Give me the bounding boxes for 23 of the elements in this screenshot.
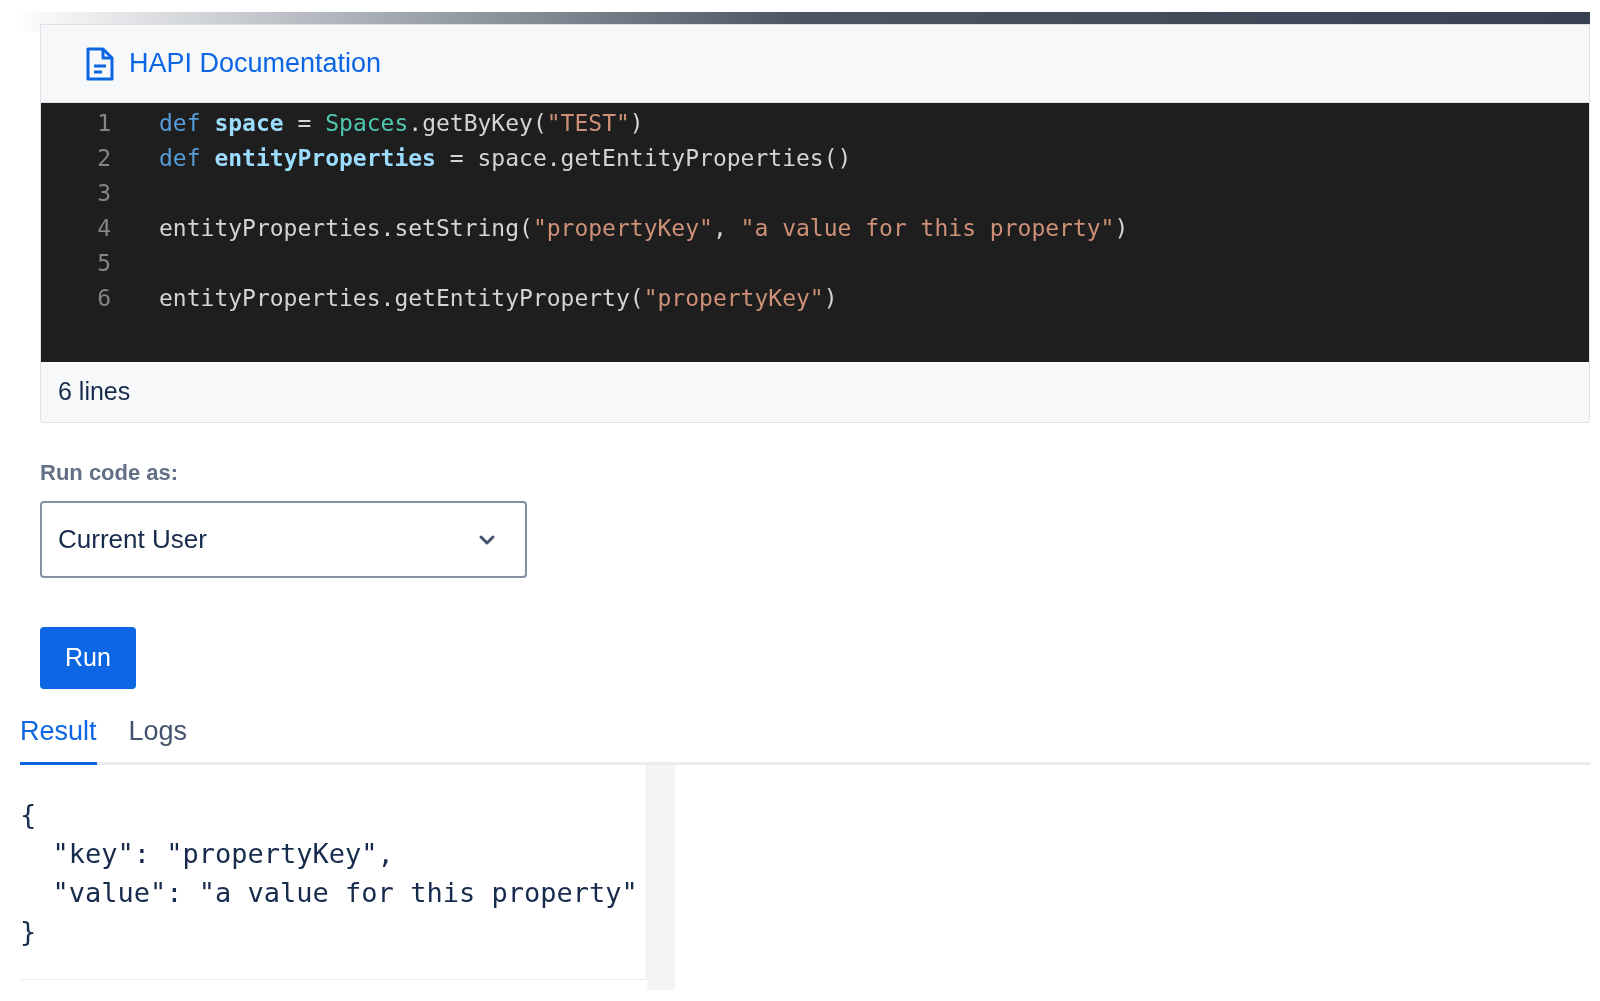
line-number: 4: [96, 214, 111, 244]
line-number: 2: [96, 144, 111, 174]
field-label: Run code as:: [40, 459, 180, 487]
result-line: {: [20, 797, 37, 832]
tab[interactable]: Result: [20, 711, 97, 765]
line-number: 5: [96, 249, 111, 279]
code-line: def space = Spaces.getByKey("TEST"): [159, 109, 644, 139]
result-line: }: [20, 914, 37, 949]
code-line: entityProperties.setString("propertyKey", "a value for this property"): [159, 214, 1129, 244]
code-editor[interactable]: [41, 103, 1589, 362]
result-line: "value": "a value for this property": [51, 875, 638, 910]
line-count: 6 lines: [58, 376, 131, 408]
documentation-link[interactable]: HAPI Documentation: [129, 43, 382, 84]
tab[interactable]: Logs: [128, 711, 188, 765]
line-number: 3: [96, 179, 111, 209]
code-line: entityProperties.getEntityProperty("propertyKey"): [159, 284, 838, 314]
code-line: def entityProperties = space.getEntityProperties(): [159, 144, 852, 174]
run-button[interactable]: Run: [40, 627, 136, 689]
line-number: 1: [96, 109, 111, 139]
run-as-select[interactable]: Current User: [40, 501, 527, 578]
document-icon: [85, 45, 115, 82]
line-number: 6: [96, 284, 111, 314]
result-line: "key": "propertyKey",: [51, 836, 394, 871]
